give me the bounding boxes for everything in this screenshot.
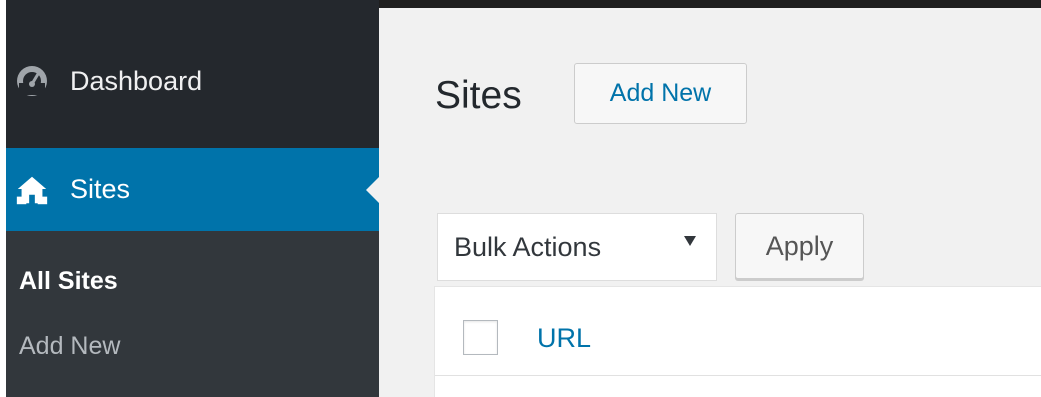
add-new-button[interactable]: Add New (574, 63, 747, 124)
sites-submenu: All Sites Add New (6, 231, 379, 397)
sites-table: URL (434, 286, 1041, 397)
sidebar-item-sites[interactable]: Sites (6, 148, 380, 231)
sidebar-item-dashboard[interactable]: Dashboard (6, 50, 379, 112)
dashboard-icon (14, 63, 50, 99)
admin-top-bar (379, 0, 1041, 8)
bulk-actions-select[interactable]: Bulk Actions (437, 213, 717, 281)
chevron-down-icon (684, 236, 696, 246)
table-header: URL (435, 287, 1041, 376)
main-content: Sites Add New Bulk Actions Apply URL (379, 8, 1041, 397)
bulk-actions-selected-value: Bulk Actions (454, 231, 602, 262)
apply-button[interactable]: Apply (735, 213, 864, 279)
sidebar-item-label: Dashboard (70, 65, 203, 96)
sites-icon (14, 172, 50, 208)
admin-sidebar: Dashboard Sites All Sites Add New (6, 0, 380, 397)
sidebar-item-label: Sites (70, 174, 131, 204)
select-all-checkbox[interactable] (463, 320, 498, 355)
page-title: Sites (435, 74, 522, 117)
submenu-item-all-sites[interactable]: All Sites (19, 267, 118, 296)
submenu-item-add-new[interactable]: Add New (19, 332, 120, 361)
column-header-url[interactable]: URL (537, 323, 591, 354)
